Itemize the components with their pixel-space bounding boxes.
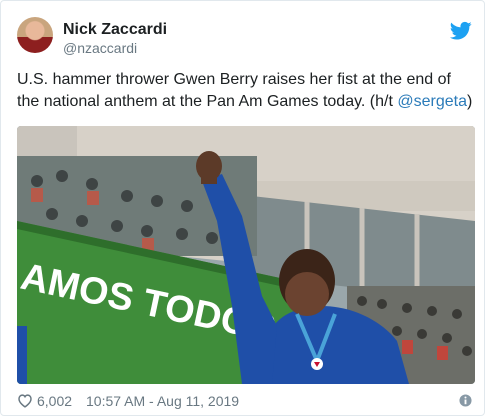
mention-link[interactable]: @sergeta: [397, 93, 467, 110]
user-handle[interactable]: @nzaccardi: [63, 40, 137, 56]
avatar[interactable]: [17, 17, 53, 53]
tweet-text-end: ): [466, 93, 473, 110]
tweet-card: Nick Zaccardi @nzaccardi U.S. hammer thr…: [0, 0, 485, 416]
timestamp[interactable]: 10:57 AM - Aug 11, 2019: [86, 393, 239, 409]
like-count[interactable]: 6,002: [37, 393, 72, 409]
tweet-text: U.S. hammer thrower Gwen Berry raises he…: [17, 69, 475, 113]
tweet-text-body: U.S. hammer thrower Gwen Berry raises he…: [17, 71, 451, 110]
tweet-image[interactable]: AMOS TODOS: [17, 126, 475, 384]
heart-icon[interactable]: [17, 393, 33, 408]
tweet-footer: 6,002 10:57 AM - Aug 11, 2019: [17, 391, 472, 411]
twitter-bird-icon[interactable]: [450, 21, 472, 41]
podium-photo: AMOS TODOS: [17, 126, 475, 384]
user-name[interactable]: Nick Zaccardi: [63, 21, 167, 39]
tweet-header: Nick Zaccardi @nzaccardi: [17, 15, 472, 59]
info-icon[interactable]: [459, 394, 472, 407]
